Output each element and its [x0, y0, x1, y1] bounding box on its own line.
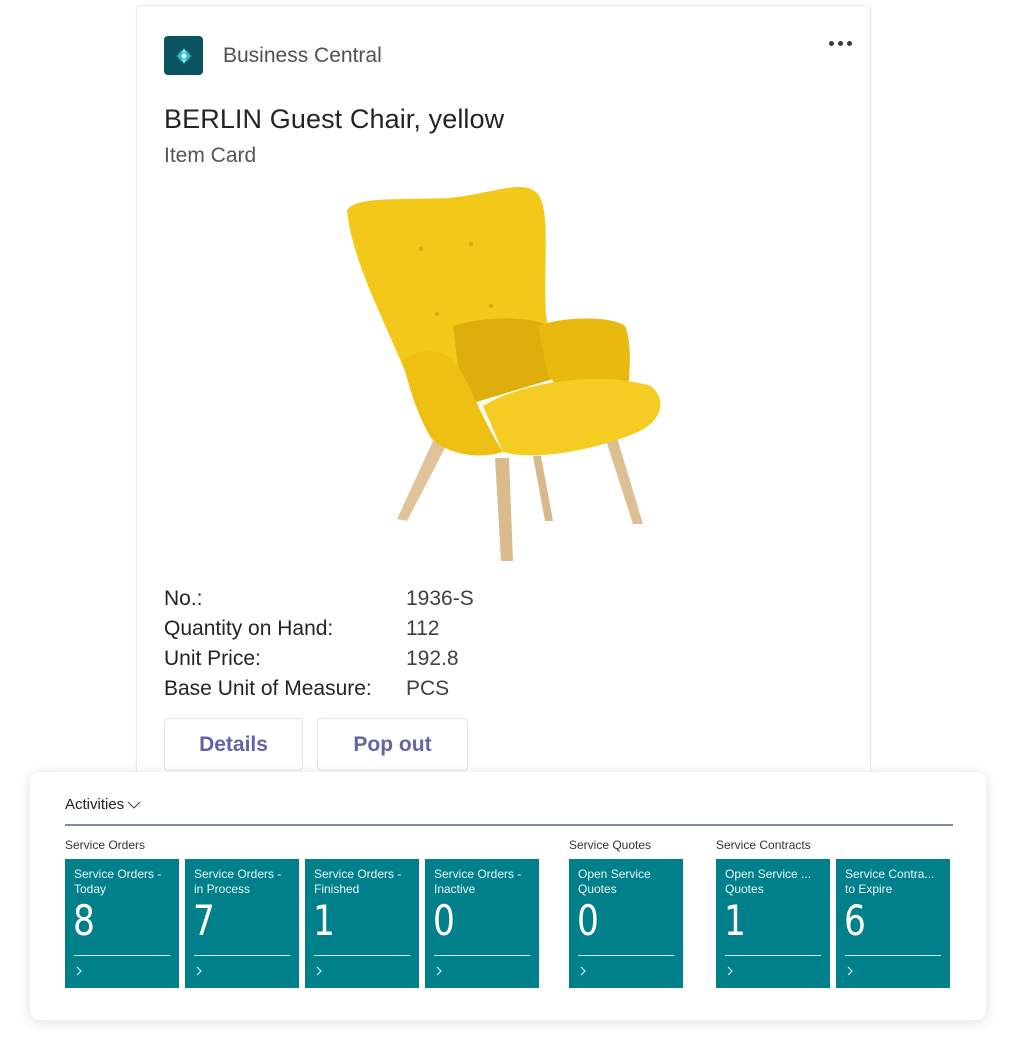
group-title: Service Orders [65, 838, 146, 852]
cue-tile[interactable]: Open Service ... Quotes 1 [716, 859, 830, 988]
chair-leg [603, 431, 643, 524]
chevron-right-icon [76, 966, 82, 976]
tile-divider [74, 955, 170, 956]
fact-label: No.: [164, 587, 203, 610]
tile-value: 1 [724, 896, 746, 945]
chair-leg [533, 456, 553, 521]
card-header: Business Central [164, 36, 382, 75]
tile-value: 0 [433, 896, 455, 945]
chevron-right-icon [580, 966, 586, 976]
chair-button [468, 241, 474, 247]
fact-row-unit-price: Unit Price: 192.8 [164, 644, 474, 674]
tile-label: Service Orders - Inactive [434, 867, 522, 896]
activities-divider [65, 824, 953, 826]
chevron-right-icon [727, 966, 733, 976]
tile-value: 6 [844, 896, 866, 945]
chevron-right-icon [316, 966, 322, 976]
fact-row-quantity: Quantity on Hand: 112 [164, 614, 474, 644]
tile-label: Open Service ... Quotes [725, 867, 812, 896]
fact-value: PCS [406, 677, 450, 700]
item-adaptive-card: Business Central BERLIN Guest Chair, yel… [136, 5, 871, 805]
tile-label: Service Contra... to Expire [845, 867, 935, 896]
fact-label: Base Unit of Measure: [164, 677, 372, 700]
fact-row-base-unit: Base Unit of Measure: PCS [164, 674, 474, 704]
activities-header[interactable]: Activities [65, 796, 141, 813]
item-facts: No.: 1936-S Quantity on Hand: 112 Unit P… [164, 584, 474, 704]
group-title: Service Contracts [716, 838, 811, 852]
cue-tile[interactable]: Service Orders - Today 8 [65, 859, 179, 988]
tile-divider [578, 955, 674, 956]
fact-value: 112 [406, 617, 440, 640]
chevron-right-icon [196, 966, 202, 976]
card-actions: Details Pop out [164, 718, 468, 771]
group-service-contracts: Service Contracts Open Service ... Quote… [716, 838, 950, 988]
cue-tile[interactable]: Service Orders - Finished 1 [305, 859, 419, 988]
group-service-orders: Service Orders Service Orders - Today 8 … [65, 838, 539, 988]
fact-label: Quantity on Hand: [164, 617, 334, 640]
more-options-dot [846, 40, 852, 46]
fact-value: 1936-S [406, 587, 474, 610]
tile-row: Open Service ... Quotes 1 Service Contra… [716, 859, 950, 988]
group-service-quotes: Service Quotes Open Service Quotes 0 [569, 838, 683, 988]
tile-row: Service Orders - Today 8 Service Orders … [65, 859, 539, 988]
activities-panel: Activities Service Orders Service Orders… [30, 772, 986, 1020]
chair-leg [495, 458, 513, 561]
chair-button [419, 247, 423, 251]
more-options-icon [828, 40, 834, 46]
fact-value: 192.8 [406, 647, 459, 670]
tile-divider [434, 955, 530, 956]
tile-value: 1 [313, 896, 335, 945]
app-name: Business Central [223, 43, 382, 67]
chair-button [488, 303, 494, 309]
tile-label: Service Orders - Finished [314, 867, 402, 896]
tile-value: 8 [73, 896, 95, 945]
item-image [347, 187, 661, 561]
tile-label: Open Service Quotes [578, 867, 651, 896]
activities-title: Activities [65, 796, 125, 813]
tile-value: 7 [193, 896, 215, 945]
tile-label: Service Orders - Today [74, 867, 162, 896]
more-options-button[interactable] [824, 32, 856, 54]
fact-label: Unit Price: [164, 647, 261, 670]
chevron-down-icon [127, 801, 141, 809]
tile-divider [845, 955, 941, 956]
chair-button [435, 312, 439, 316]
tile-row: Open Service Quotes 0 [569, 859, 683, 988]
pop-out-button[interactable]: Pop out [317, 718, 468, 771]
chevron-right-icon [847, 966, 853, 976]
cue-tile[interactable]: Service Orders - in Process 7 [185, 859, 299, 988]
chair-leg [397, 441, 447, 521]
item-title: BERLIN Guest Chair, yellow [164, 104, 505, 134]
tile-label: Service Orders - in Process [194, 867, 282, 896]
tile-divider [314, 955, 410, 956]
chevron-right-icon [436, 966, 442, 976]
tile-divider [194, 955, 290, 956]
cue-tile[interactable]: Open Service Quotes 0 [569, 859, 683, 988]
cue-tile[interactable]: Service Contra... to Expire 6 [836, 859, 950, 988]
details-button[interactable]: Details [164, 718, 303, 771]
tile-value: 0 [577, 896, 599, 945]
cue-tile[interactable]: Service Orders - Inactive 0 [425, 859, 539, 988]
tile-divider [725, 955, 821, 956]
business-central-logo-icon [164, 36, 203, 75]
fact-row-no: No.: 1936-S [164, 584, 474, 614]
group-title: Service Quotes [569, 838, 652, 852]
item-subtitle: Item Card [164, 144, 257, 167]
more-options-dot [837, 40, 843, 46]
